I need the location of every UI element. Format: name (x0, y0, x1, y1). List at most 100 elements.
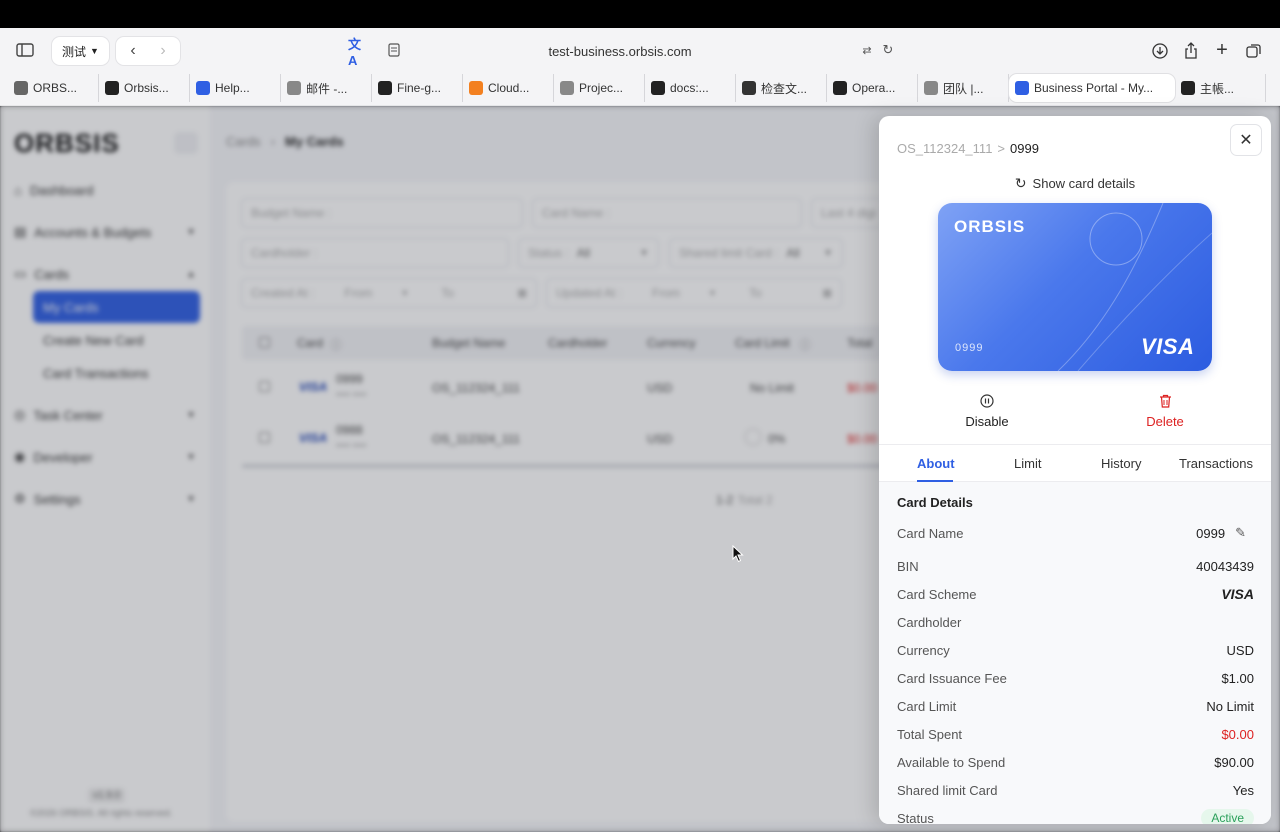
favicon-icon (287, 81, 301, 95)
detail-key: Available to Spend (897, 754, 1006, 770)
browser-tab[interactable]: Business Portal - My... (1009, 74, 1175, 102)
card-details-title: Card Details (897, 495, 973, 510)
favicon-icon (105, 81, 119, 95)
delete-button[interactable]: Delete (1120, 393, 1210, 429)
detail-row-card-limit: Card Limit No Limit (897, 696, 1254, 716)
reload-icon[interactable]: ↻ (880, 42, 896, 58)
detail-row-issuance-fee: Card Issuance Fee $1.00 (897, 668, 1254, 688)
browser-tab[interactable]: Help... (190, 74, 281, 102)
tab-history[interactable]: History (1101, 456, 1141, 471)
favicon-icon (378, 81, 392, 95)
detail-value: No Limit (1206, 698, 1254, 714)
detail-key: Card Scheme (897, 586, 977, 602)
browser-chrome: 测试 ▼ ‹ › 文A test-business.orbsis.com ⇄ ↻… (0, 28, 1280, 106)
browser-tab[interactable]: Fine-g... (372, 74, 463, 102)
browser-tab[interactable]: Orbsis... (99, 74, 190, 102)
card-visual: ORBSIS 0999 VISA (938, 203, 1212, 371)
sidebar-toggle-icon[interactable] (14, 40, 36, 60)
detail-key: Shared limit Card (897, 782, 998, 798)
tab-transactions[interactable]: Transactions (1179, 456, 1253, 471)
browser-tab[interactable]: docs:... (645, 74, 736, 102)
detail-row-available: Available to Spend $90.00 (897, 752, 1254, 772)
edit-icon[interactable]: ✎ (1235, 525, 1254, 541)
forward-icon[interactable]: › (152, 40, 174, 62)
card-detail-drawer: ✕ OS_112324_111 > 0999 ↻ Show card detai… (879, 116, 1271, 824)
detail-value: 40043439 (1196, 558, 1254, 574)
detail-value: 0999 (1196, 525, 1226, 541)
browser-tab-label: ORBS... (33, 81, 78, 95)
mouse-cursor-icon (732, 545, 744, 563)
show-details-label: Show card details (1032, 176, 1136, 191)
close-drawer-button[interactable]: ✕ (1230, 124, 1262, 156)
show-card-details-button[interactable]: ↻ Show card details (879, 175, 1271, 192)
detail-value: Yes (1232, 782, 1254, 798)
back-icon[interactable]: ‹ (122, 40, 144, 62)
translate-page-icon[interactable]: ⇄ (858, 42, 876, 58)
detail-row-total-spent: Total Spent $0.00 (897, 724, 1254, 744)
detail-key: BIN (897, 558, 919, 574)
detail-value: $0.00 (1221, 726, 1254, 742)
browser-tab-strip: ORBS... Orbsis... Help... 邮件 -... Fine-g... C… (0, 74, 1280, 102)
address-bar[interactable]: test-business.orbsis.com (340, 36, 900, 66)
browser-tab[interactable]: Projec... (554, 74, 645, 102)
browser-tab-label: Orbsis... (124, 81, 169, 95)
trash-icon (1157, 393, 1173, 409)
browser-tab[interactable]: 检查文... (736, 74, 827, 102)
favicon-icon (1015, 81, 1029, 95)
favicon-icon (651, 81, 665, 95)
drawer-tabs: About Limit History Transactions (879, 444, 1271, 482)
favicon-icon (1181, 81, 1195, 95)
favicon-icon (560, 81, 574, 95)
browser-tab-label: Fine-g... (397, 81, 442, 95)
visa-logo: VISA (1141, 334, 1195, 359)
card-logo: ORBSIS (954, 217, 1026, 236)
download-icon[interactable] (1150, 41, 1170, 61)
browser-tab[interactable]: 团队 |... (918, 74, 1009, 102)
detail-row-currency: Currency USD (897, 640, 1254, 660)
browser-tab-label: Business Portal - My... (1034, 81, 1154, 95)
tab-overview-icon[interactable] (1244, 41, 1264, 61)
refresh-icon: ↻ (1014, 175, 1027, 191)
drawer-breadcrumb: OS_112324_111 > 0999 (897, 141, 1039, 156)
browser-tab-label: Projec... (579, 81, 624, 95)
share-icon[interactable] (1181, 40, 1201, 60)
browser-tab[interactable]: 邮件 -... (281, 74, 372, 102)
browser-tab-label: docs:... (670, 81, 709, 95)
status-badge: Active (1201, 809, 1254, 824)
detail-value: $1.00 (1221, 670, 1254, 686)
favicon-icon (924, 81, 938, 95)
browser-toolbar: 测试 ▼ ‹ › 文A test-business.orbsis.com ⇄ ↻… (0, 28, 1280, 72)
browser-tab-label: Opera... (852, 81, 896, 95)
tab-group-selector[interactable]: 测试 ▼ (52, 37, 109, 65)
visa-icon: VISA (1221, 586, 1254, 602)
browser-tab-label: Help... (215, 81, 250, 95)
card-last-digits: 0999 (955, 342, 984, 354)
detail-row-bin: BIN 40043439 (897, 556, 1254, 576)
browser-tab[interactable]: Opera... (827, 74, 918, 102)
disable-button[interactable]: Disable (942, 393, 1032, 429)
breadcrumb-current: 0999 (1010, 141, 1039, 156)
browser-tab-label: 检查文... (761, 81, 808, 96)
tab-about[interactable]: About (917, 456, 955, 471)
browser-tab[interactable]: 主帳... (1175, 74, 1266, 102)
chevron-down-icon: ▼ (90, 46, 99, 56)
favicon-icon (742, 81, 756, 95)
url-text: test-business.orbsis.com (548, 43, 692, 59)
pause-icon (979, 393, 995, 409)
detail-row-card-scheme: Card Scheme VISA (897, 584, 1254, 604)
favicon-icon (196, 81, 210, 95)
browser-tab[interactable]: Cloud... (463, 74, 554, 102)
favicon-icon (833, 81, 847, 95)
detail-key: Card Name (897, 525, 964, 541)
detail-row-shared-limit: Shared limit Card Yes (897, 780, 1254, 800)
browser-tab-label: 团队 |... (943, 81, 984, 96)
detail-key: Cardholder (897, 614, 962, 630)
browser-tab-label: 邮件 -... (306, 81, 348, 96)
favicon-icon (14, 81, 28, 95)
breadcrumb-parent[interactable]: OS_112324_111 (897, 141, 992, 156)
browser-tab-label: 主帳... (1200, 81, 1235, 96)
tab-limit[interactable]: Limit (1014, 456, 1041, 471)
browser-tab[interactable]: ORBS... (8, 74, 99, 102)
new-tab-icon[interactable]: + (1212, 39, 1232, 61)
detail-row-status: Status Active (897, 808, 1254, 824)
